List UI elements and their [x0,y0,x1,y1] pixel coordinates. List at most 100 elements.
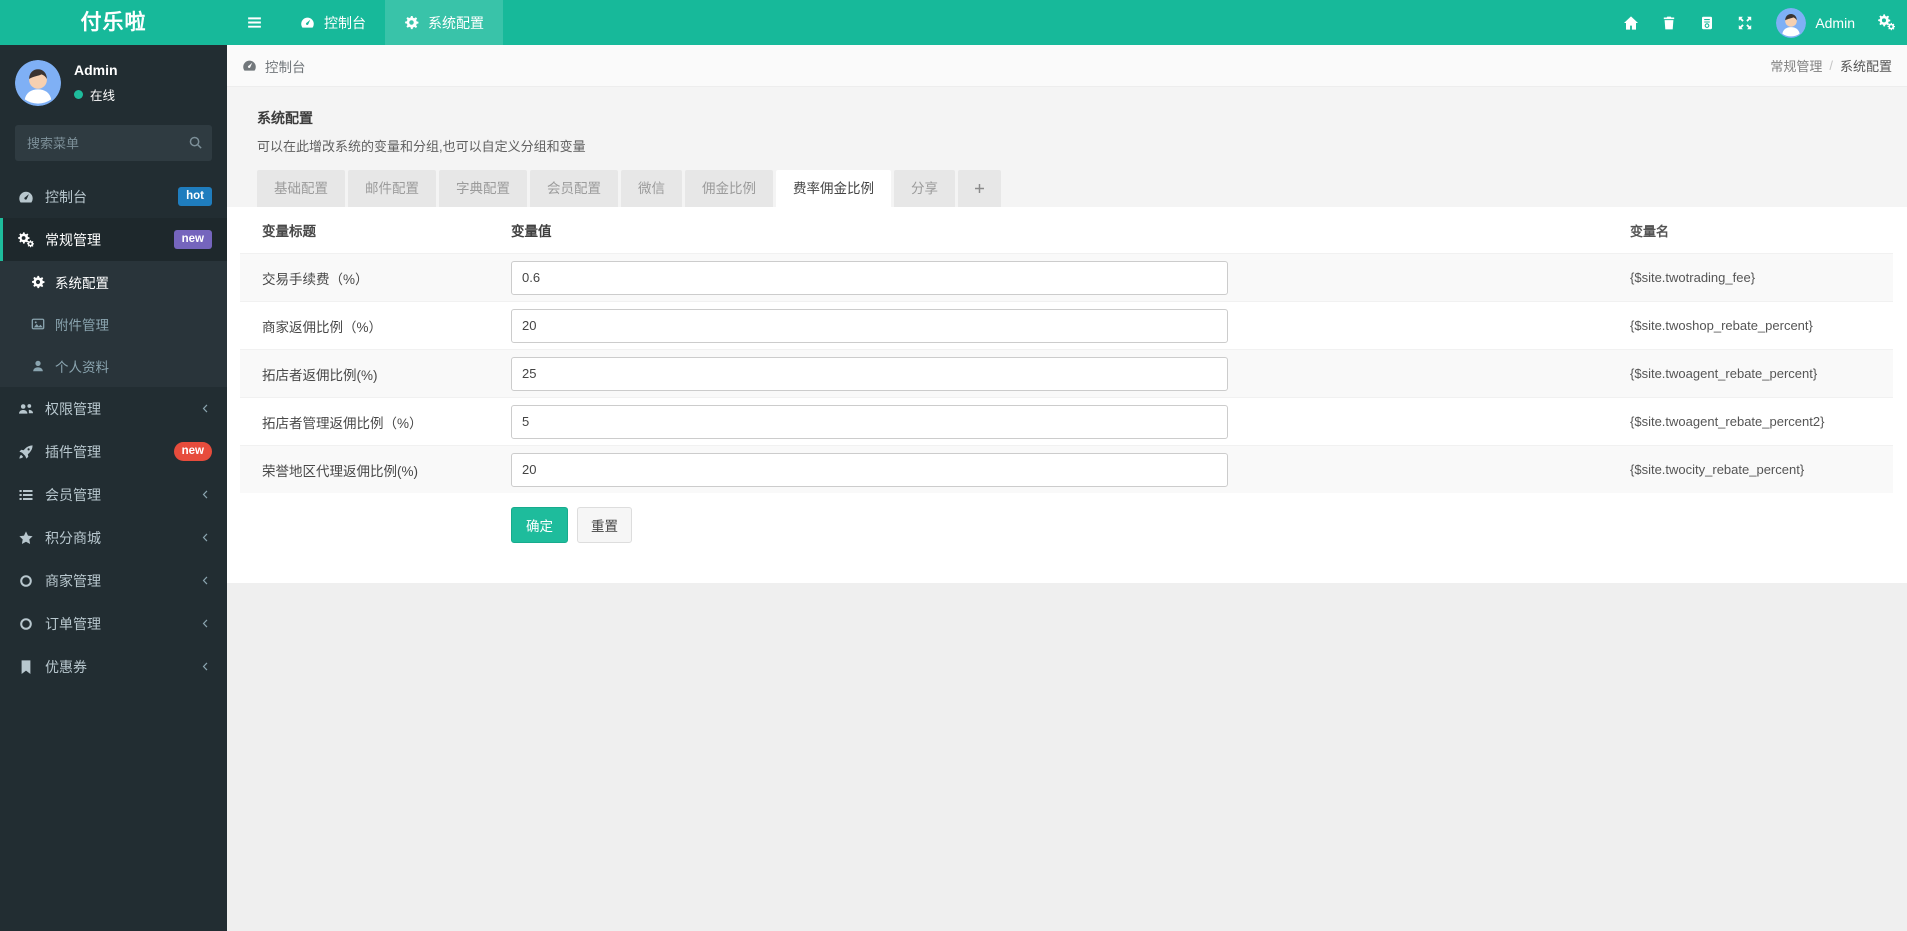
sidebar-item-label: 系统配置 [55,276,109,291]
gauge-icon [242,58,257,73]
gauge-icon [17,189,34,205]
tab-费率佣金比例[interactable]: 费率佣金比例 [776,170,891,207]
breadcrumb-trail: 常规管理 / 系统配置 [1770,56,1892,75]
topbar-nav-系统配置[interactable]: 系统配置 [385,0,503,45]
variable-value-input[interactable] [511,356,1228,391]
home-button[interactable] [1612,0,1650,45]
variable-value-cell [511,260,1616,295]
breadcrumb-separator: / [1829,58,1833,73]
config-row: 拓店者返佣比例(%) {$site.twoagent_rebate_percent… [240,349,1893,397]
tab-字典配置[interactable]: 字典配置 [439,170,527,207]
form-actions: 确定 重置 [240,507,1893,543]
trash-icon [1661,15,1677,31]
chevron-left-icon [199,574,212,587]
sidebar-item-订单管理[interactable]: 订单管理 [0,602,227,645]
expand-icon [1737,15,1753,31]
config-rows: 交易手续费（%） {$site.twotrading_fee} 商家返佣比例（%） {… [240,253,1893,493]
tab-基础配置[interactable]: 基础配置 [257,170,345,207]
sidebar: Admin 在线 控制台 hot 常规管理 new 系统配置附件管理个人资料权限管理插件… [0,45,227,931]
sidebar-submenu: 系统配置附件管理个人资料 [0,261,227,387]
sidebar-item-label: 附件管理 [55,318,109,333]
plus-icon [973,182,986,195]
home-icon [1623,15,1639,31]
top-bar: 付乐啦 控制台 系统配置 Admin [0,0,1907,45]
tab-微信[interactable]: 微信 [621,170,682,207]
config-panel: 系统配置 可以在此增改系统的变量和分组,也可以自定义分组和变量 基础配置 邮件配置… [227,87,1907,583]
log-icon [1699,15,1715,31]
variable-title: 拓店者返佣比例(%) [262,367,378,383]
badge-hot: hot [178,187,212,206]
variable-value-input[interactable] [511,404,1228,439]
submit-button[interactable]: 确定 [511,507,568,543]
chevron-left-icon [199,660,212,673]
hamburger-icon [246,14,263,31]
trash-button[interactable] [1650,0,1688,45]
sidebar-item-label: 会员管理 [45,486,101,503]
col-header-title: 变量标题 [262,224,316,239]
sidebar-item-积分商城[interactable]: 积分商城 [0,516,227,559]
panel-title: 系统配置 [257,110,313,126]
variable-title: 荣誉地区代理返佣比例(%) [262,463,418,479]
variable-value-cell [511,356,1616,391]
variable-name: {$site.twoagent_rebate_percent} [1630,366,1818,381]
gauge-icon [300,15,315,30]
col-header-value: 变量值 [511,224,552,239]
tab-佣金比例[interactable]: 佣金比例 [685,170,773,207]
online-status: 在线 [74,85,118,104]
variable-value-input[interactable] [511,308,1228,343]
col-header-varname: 变量名 [1630,223,1670,239]
topbar-nav-label: 系统配置 [428,14,484,31]
online-status-label: 在线 [90,89,116,103]
log-button[interactable] [1688,0,1726,45]
breadcrumb[interactable]: 控制台 [242,56,306,76]
tab-分享[interactable]: 分享 [894,170,955,207]
sidebar-item-label: 优惠券 [45,658,87,675]
sidebar-item-权限管理[interactable]: 权限管理 [0,387,227,430]
sidebar-item-附件管理[interactable]: 附件管理 [0,303,227,345]
app-logo: 付乐啦 [80,11,147,34]
variable-value-input[interactable] [511,260,1228,295]
variable-value-cell [511,452,1616,487]
topbar-user-menu[interactable]: Admin [1764,7,1867,38]
circle-icon [17,573,34,589]
breadcrumb-bar: 控制台 常规管理 / 系统配置 [227,45,1907,87]
topbar-nav-label: 控制台 [324,14,366,31]
breadcrumb-parent-link[interactable]: 常规管理 [1770,56,1822,75]
sidebar-item-label: 常规管理 [45,231,101,248]
sidebar-item-label: 插件管理 [45,443,101,460]
main-content: 控制台 常规管理 / 系统配置 系统配置 可以在此增改系统的变量和分组,也可以自… [227,45,1907,931]
sidebar-item-插件管理[interactable]: 插件管理 new [0,430,227,473]
sidebar-item-label: 个人资料 [55,360,109,375]
sidebar-item-控制台[interactable]: 控制台 hot [0,175,227,218]
sidebar-username: Admin [74,62,118,78]
sidebar-search [15,125,212,161]
sidebar-toggle-button[interactable] [227,0,281,45]
sidebar-item-商家管理[interactable]: 商家管理 [0,559,227,602]
topbar-username: Admin [1815,14,1855,31]
settings-button[interactable] [1867,0,1905,45]
sidebar-item-常规管理[interactable]: 常规管理 new [0,218,227,261]
badge-new: new [173,442,212,461]
variable-title: 交易手续费（%） [262,271,369,287]
tab-邮件配置[interactable]: 邮件配置 [348,170,436,207]
sidebar-item-label: 商家管理 [45,572,101,589]
variable-name: {$site.twocity_rebate_percent} [1630,462,1805,477]
add-tab-button[interactable] [958,170,1001,207]
table-header-row: 变量标题 变量值 变量名 [240,207,1893,253]
sidebar-item-个人资料[interactable]: 个人资料 [0,345,227,387]
sidebar-item-会员管理[interactable]: 会员管理 [0,473,227,516]
sidebar-item-系统配置[interactable]: 系统配置 [0,261,227,303]
sidebar-item-label: 控制台 [45,188,87,205]
variable-title: 商家返佣比例（%） [262,319,383,335]
topbar-nav-控制台[interactable]: 控制台 [281,0,385,45]
variable-value-input[interactable] [511,452,1228,487]
fullscreen-button[interactable] [1726,0,1764,45]
variable-name: {$site.twoshop_rebate_percent} [1630,318,1813,333]
reset-button[interactable]: 重置 [577,507,632,543]
sidebar-item-label: 订单管理 [45,615,101,632]
tab-会员配置[interactable]: 会员配置 [530,170,618,207]
sidebar-item-优惠券[interactable]: 优惠券 [0,645,227,688]
sidebar-user-panel: Admin 在线 [0,45,227,119]
menu-search-input[interactable] [15,125,212,161]
breadcrumb-label: 控制台 [265,59,306,75]
